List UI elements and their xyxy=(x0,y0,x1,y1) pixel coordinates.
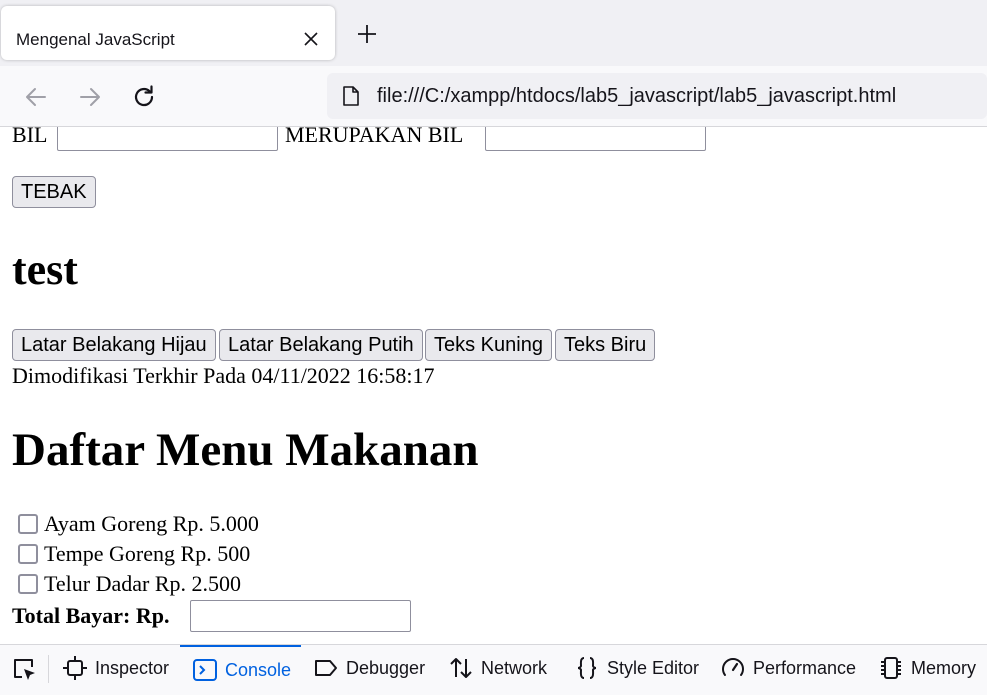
console-icon xyxy=(193,659,217,681)
menu-item-tempe: Tempe Goreng Rp. 500 xyxy=(44,541,251,566)
total-input[interactable] xyxy=(190,600,411,632)
menu-item-telur: Telur Dadar Rp. 2.500 xyxy=(44,571,242,596)
devtools-tab-console[interactable]: Console xyxy=(180,645,301,695)
menu-checkbox-telur[interactable] xyxy=(18,574,38,594)
modified-text: Dimodifikasi Terkhir Pada 04/11/2022 16:… xyxy=(12,363,435,388)
bg-green-button[interactable]: Latar Belakang Hijau xyxy=(12,329,216,361)
menu-item-ayam: Ayam Goreng Rp. 5.000 xyxy=(44,511,259,536)
reload-icon[interactable] xyxy=(130,83,158,111)
back-icon[interactable] xyxy=(22,83,50,111)
menu-title: Daftar Menu Makanan xyxy=(12,424,479,476)
page-content: BIL MERUPAKAN BIL TEBAK test Latar Belak… xyxy=(0,127,987,644)
tebak-button[interactable]: TEBAK xyxy=(12,176,96,208)
text-blue-button[interactable]: Teks Biru xyxy=(555,329,656,361)
file-icon xyxy=(343,86,359,106)
devtools-tab-style-editor[interactable]: Style Editor xyxy=(562,645,708,695)
devtools-tab-debugger[interactable]: Debugger xyxy=(301,645,436,695)
bil-label: BIL xyxy=(12,127,48,147)
url-bar[interactable]: file:///C:/xampp/htdocs/lab5_javascript/… xyxy=(327,73,987,119)
debugger-icon xyxy=(315,660,337,676)
tab-title: Mengenal JavaScript xyxy=(16,30,175,49)
style-editor-icon xyxy=(577,657,597,679)
inspector-icon xyxy=(63,656,87,680)
url-text[interactable]: file:///C:/xampp/htdocs/lab5_javascript/… xyxy=(377,84,896,108)
devtools-tab-performance[interactable]: Performance xyxy=(708,645,866,695)
devtools-tab-memory[interactable]: Memory xyxy=(866,645,987,695)
devtools-tab-inspector[interactable]: Inspector xyxy=(50,645,180,695)
network-icon xyxy=(450,658,472,678)
devtools-toolbar: Inspector Console Debugger Network Style… xyxy=(0,644,987,695)
devtools-separator xyxy=(48,655,49,683)
new-tab-icon[interactable] xyxy=(354,21,380,47)
menu-checkbox-ayam[interactable] xyxy=(18,514,38,534)
merupakan-input[interactable] xyxy=(485,127,706,151)
navigation-bar: file:///C:/xampp/htdocs/lab5_javascript/… xyxy=(0,66,987,127)
heading-test: test xyxy=(12,245,78,294)
merupakan-label: MERUPAKAN BIL xyxy=(285,127,464,147)
tab-strip: Mengenal JavaScript xyxy=(0,0,987,66)
performance-icon xyxy=(722,658,744,676)
memory-icon xyxy=(881,657,901,679)
element-picker-icon[interactable] xyxy=(10,655,38,683)
text-yellow-button[interactable]: Teks Kuning xyxy=(425,329,552,361)
devtools-tab-network[interactable]: Network xyxy=(436,645,562,695)
bil-input[interactable] xyxy=(57,127,278,151)
total-label: Total Bayar: Rp. xyxy=(12,603,170,628)
menu-checkbox-tempe[interactable] xyxy=(18,544,38,564)
forward-icon[interactable] xyxy=(76,83,104,111)
browser-tab[interactable]: Mengenal JavaScript xyxy=(1,6,335,60)
bg-white-button[interactable]: Latar Belakang Putih xyxy=(219,329,423,361)
close-icon[interactable] xyxy=(299,27,323,51)
